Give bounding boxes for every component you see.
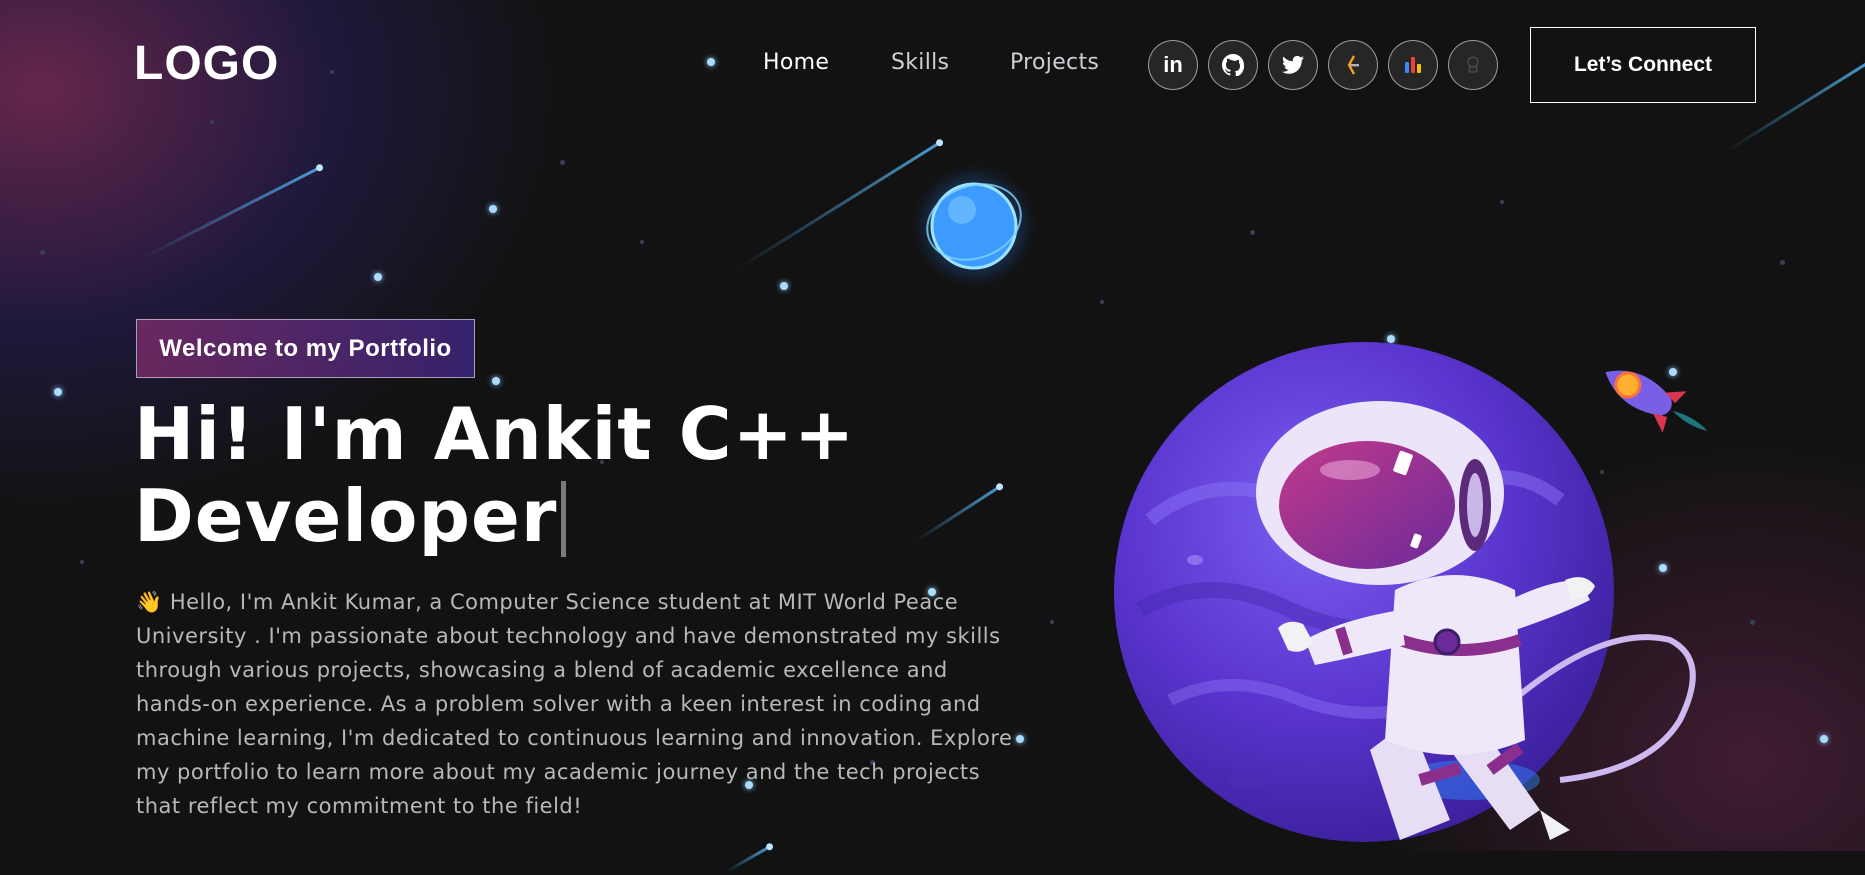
headline-line-2: Developer: [134, 474, 558, 558]
dust: [40, 250, 45, 255]
dust: [1780, 260, 1785, 265]
star: [1659, 564, 1667, 572]
leetcode-stats-icon: [1405, 57, 1421, 73]
shooting-star: [735, 141, 941, 271]
github-link[interactable]: [1208, 40, 1258, 90]
dust: [980, 190, 985, 195]
star: [54, 388, 62, 396]
kaggle-icon: [1467, 56, 1479, 73]
dust: [1050, 620, 1054, 624]
dust: [80, 560, 84, 564]
dust: [1100, 300, 1104, 304]
star: [492, 377, 500, 385]
star: [374, 273, 382, 281]
linkedin-link[interactable]: in: [1148, 40, 1198, 90]
shooting-star: [725, 845, 771, 873]
nav-link-home[interactable]: Home: [763, 50, 829, 75]
nav-link-skills[interactable]: Skills: [891, 50, 949, 75]
headline-line-1: Hi! I'm Ankit C++: [134, 392, 856, 476]
codechef-icon: [1347, 55, 1359, 75]
dust: [1750, 620, 1755, 625]
dust: [560, 160, 565, 165]
dust: [640, 240, 644, 244]
hero-headline: Hi! I'm Ankit C++ Developer: [134, 393, 914, 557]
star: [1820, 735, 1828, 743]
welcome-tagline: Welcome to my Portfolio: [136, 319, 475, 378]
lets-connect-button[interactable]: Let’s Connect: [1530, 27, 1756, 103]
leetcode-stats-link[interactable]: [1388, 40, 1438, 90]
star: [1387, 335, 1395, 343]
star: [1669, 368, 1677, 376]
linkedin-icon: in: [1163, 52, 1183, 77]
dust: [1600, 470, 1604, 474]
dust: [1500, 200, 1504, 204]
shooting-star: [141, 166, 321, 260]
shooting-star: [915, 485, 1001, 543]
navbar: LOGO Home Skills Projects in Let’s Conne…: [0, 0, 1865, 130]
dust: [1250, 230, 1255, 235]
codechef-link[interactable]: [1328, 40, 1378, 90]
github-icon: [1222, 54, 1244, 76]
logo[interactable]: LOGO: [134, 36, 279, 91]
hero-intro-text: 👋 Hello, I'm Ankit Kumar, a Computer Sci…: [136, 590, 1013, 818]
star: [489, 205, 497, 213]
star: [780, 282, 788, 290]
twitter-icon: [1282, 55, 1304, 74]
twitter-link[interactable]: [1268, 40, 1318, 90]
typing-cursor: [561, 481, 567, 557]
kaggle-link[interactable]: [1448, 40, 1498, 90]
nav-link-projects[interactable]: Projects: [1010, 50, 1099, 75]
